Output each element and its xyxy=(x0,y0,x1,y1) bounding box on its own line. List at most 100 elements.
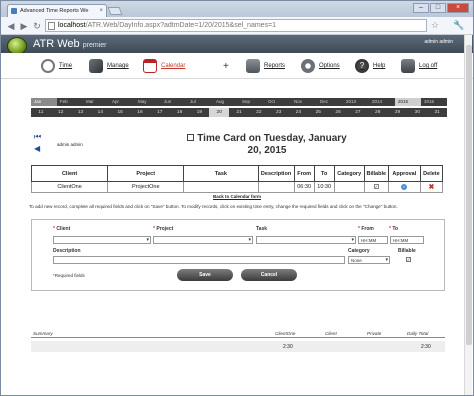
day-13[interactable]: 13 xyxy=(71,108,91,117)
toolbar-calendar[interactable]: Calendar xyxy=(143,57,185,75)
description-label: Description xyxy=(53,248,81,254)
day-14[interactable]: 14 xyxy=(90,108,110,117)
toolbar-manage[interactable]: Manage xyxy=(89,57,129,75)
year-2014[interactable]: 2014 xyxy=(369,98,395,106)
day-23[interactable]: 23 xyxy=(269,108,289,117)
year-2015[interactable]: 2015 xyxy=(395,98,421,106)
to-input[interactable]: HH:MM xyxy=(390,236,424,244)
day-12[interactable]: 12 xyxy=(51,108,71,117)
day-30[interactable]: 30 xyxy=(407,108,427,117)
day-19[interactable]: 19 xyxy=(190,108,210,117)
delete-icon[interactable]: ✖ xyxy=(428,184,434,191)
address-bar[interactable]: localhost/ATR.Web/DayInfo.aspx?adtmDate=… xyxy=(45,19,427,32)
approval-icon: ✓ xyxy=(401,184,408,190)
toolbar-logoff[interactable]: Log off xyxy=(401,57,437,75)
month-strip: Jan Feb Mar Apr May Jun Jul Aug Sep Oct Nov Dec 2013… xyxy=(31,98,447,106)
cell-from[interactable]: 06:30 xyxy=(293,181,315,193)
day-11[interactable]: 11 xyxy=(31,108,51,117)
tab-close-icon[interactable]: × xyxy=(99,5,103,17)
project-select[interactable] xyxy=(153,236,253,244)
favicon-icon xyxy=(11,8,17,14)
client-label: * Client xyxy=(53,226,71,232)
month-apr[interactable]: Apr xyxy=(109,98,135,106)
day-28[interactable]: 28 xyxy=(368,108,388,117)
year-2016[interactable]: 2016 xyxy=(421,98,447,106)
task-select[interactable] xyxy=(256,236,356,244)
toolbar-logoff-label: Log off xyxy=(419,63,438,69)
day-16[interactable]: 16 xyxy=(130,108,150,117)
toolbar-options[interactable]: Options xyxy=(301,57,340,75)
client-select[interactable] xyxy=(53,236,151,244)
day-15[interactable]: 15 xyxy=(110,108,130,117)
day-24[interactable]: 24 xyxy=(289,108,309,117)
wrench-icon[interactable]: 🔧 xyxy=(453,20,464,31)
cell-project[interactable]: ProjectOne xyxy=(107,181,185,193)
month-jul[interactable]: Jul xyxy=(187,98,213,106)
summary-header: Summary ClientOne Client Private Daily T… xyxy=(31,330,445,338)
minimize-button[interactable]: – xyxy=(413,3,429,13)
day-strip: 11 12 13 14 15 16 17 18 19 20 21 22 23 24 25 26 27 28 29 30… xyxy=(31,108,447,117)
maximize-button[interactable]: □ xyxy=(430,3,446,13)
billable-checkbox-input[interactable]: ✓ xyxy=(406,257,411,262)
day-29[interactable]: 29 xyxy=(388,108,408,117)
table-header-row: Client Project Task Description From To Catego… xyxy=(30,165,444,182)
day-25[interactable]: 25 xyxy=(308,108,328,117)
navigation-bar: ◀ ▶ ↻ localhost/ATR.Web/DayInfo.aspx?adt… xyxy=(1,17,473,35)
cell-to[interactable]: 10:30 xyxy=(313,181,335,193)
month-nov[interactable]: Nov xyxy=(291,98,317,106)
col-header-description: Description xyxy=(257,165,295,182)
toolbar-help-label: Help xyxy=(373,63,386,69)
month-may[interactable]: May xyxy=(135,98,161,106)
toolbar-reports[interactable]: Reports xyxy=(246,57,285,75)
month-feb[interactable]: Feb xyxy=(57,98,83,106)
category-select[interactable]: None xyxy=(348,256,390,264)
cell-category[interactable] xyxy=(333,181,365,193)
day-26[interactable]: 26 xyxy=(328,108,348,117)
month-mar[interactable]: Mar xyxy=(83,98,109,106)
previous-day-icon[interactable]: ◀ xyxy=(34,144,40,153)
add-entry-button[interactable]: + xyxy=(223,61,229,72)
app-brand: ATR Web premier xyxy=(33,38,106,50)
month-jun[interactable]: Jun xyxy=(161,98,187,106)
new-tab-button[interactable] xyxy=(107,7,123,15)
month-sep[interactable]: Sep xyxy=(239,98,265,106)
month-oct[interactable]: Oct xyxy=(265,98,291,106)
page-user: admin admin xyxy=(57,142,83,147)
scrollbar[interactable] xyxy=(464,35,472,395)
cell-task[interactable] xyxy=(183,181,259,193)
month-jan[interactable]: Jan xyxy=(31,98,57,106)
day-18[interactable]: 18 xyxy=(170,108,190,117)
back-icon[interactable]: ◀ xyxy=(5,20,17,32)
year-2013[interactable]: 2013 xyxy=(343,98,369,106)
day-20[interactable]: 20 xyxy=(209,108,230,117)
toolbar-reports-label: Reports xyxy=(264,63,286,69)
gear-icon xyxy=(301,59,315,73)
day-21[interactable]: 21 xyxy=(229,108,249,117)
instructions-text: To add new record, complete all required… xyxy=(29,204,398,209)
cancel-button[interactable]: Cancel xyxy=(241,269,297,281)
scrollbar-thumb[interactable] xyxy=(466,45,472,345)
toolbar-time[interactable]: Time xyxy=(41,57,72,75)
cell-description[interactable] xyxy=(257,181,295,193)
day-17[interactable]: 17 xyxy=(150,108,170,117)
day-22[interactable]: 22 xyxy=(249,108,269,117)
table-row[interactable]: ClientOne ProjectOne 06:30 10:30 ✓ ✓ ✖ xyxy=(30,181,444,193)
reload-icon[interactable]: ↻ xyxy=(31,20,43,32)
save-button[interactable]: Save xyxy=(177,269,233,281)
day-31[interactable]: 31 xyxy=(427,108,447,117)
brand-name: ATR Web xyxy=(33,38,80,50)
from-input[interactable]: HH:MM xyxy=(358,236,388,244)
cell-client[interactable]: ClientOne xyxy=(30,181,109,193)
timecard-icon xyxy=(187,134,195,141)
bookmark-star-icon[interactable]: ☆ xyxy=(431,20,439,31)
month-dec[interactable]: Dec xyxy=(317,98,343,106)
browser-tab[interactable]: Advanced Time Reports We × xyxy=(7,4,107,17)
back-to-calendar-link[interactable]: Back to Calendar form xyxy=(1,194,473,199)
first-page-icon[interactable]: ⏮ xyxy=(34,132,41,142)
month-aug[interactable]: Aug xyxy=(213,98,239,106)
close-window-button[interactable]: × xyxy=(447,3,469,13)
day-27[interactable]: 27 xyxy=(348,108,368,117)
forward-icon[interactable]: ▶ xyxy=(18,20,30,32)
description-input[interactable] xyxy=(53,256,345,264)
toolbar-help[interactable]: ? Help xyxy=(355,57,385,75)
